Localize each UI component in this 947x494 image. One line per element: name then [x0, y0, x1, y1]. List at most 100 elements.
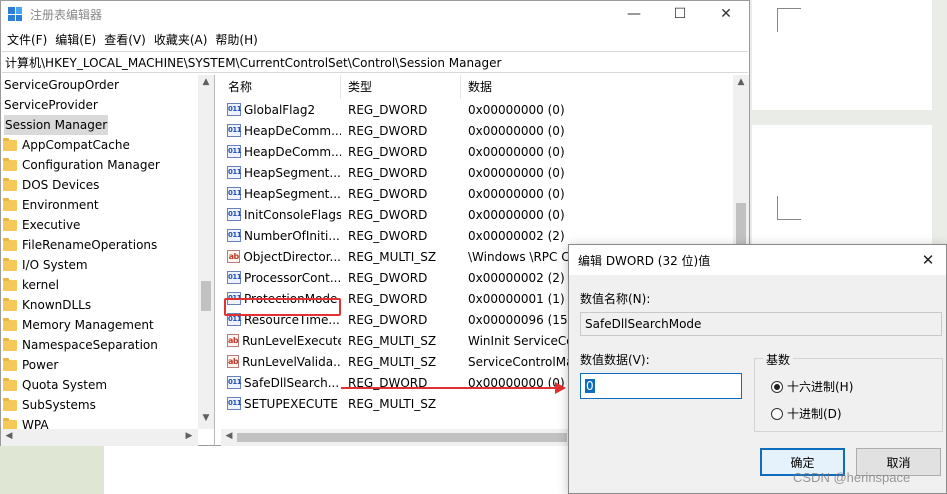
value-data: 0x00000000 (0) — [468, 165, 565, 180]
tree-item[interactable]: DOS Devices — [1, 175, 214, 195]
folder-icon — [3, 137, 17, 151]
tree-horizontal-scrollbar[interactable]: ◀ ▶ — [1, 429, 198, 446]
radio-hexadecimal-label: 十六进制(H) — [787, 380, 854, 394]
close-button[interactable]: ✕ — [703, 1, 749, 27]
binary-value-icon: 011 — [227, 103, 242, 116]
scroll-down-icon[interactable]: ▼ — [198, 413, 214, 423]
tree-item-label: I/O System — [22, 258, 88, 272]
tree-item[interactable]: FileRenameOperations — [1, 235, 214, 255]
value-name: SafeDllSearch... — [244, 375, 340, 390]
value-name-cell: 011 HeapSegment... — [221, 166, 341, 180]
window-title: 注册表编辑器 — [30, 7, 103, 22]
radio-decimal[interactable]: 十进制(D) — [771, 405, 842, 422]
value-name-cell: 011 NumberOfIniti... — [221, 229, 341, 243]
value-data: 0x00000000 (0) — [468, 207, 565, 222]
highlight-annotation-box — [224, 298, 341, 316]
folder-icon — [3, 197, 17, 211]
scroll-left-icon[interactable]: ◀ — [221, 431, 237, 441]
column-header-type[interactable]: 类型 — [341, 75, 461, 99]
tree-item[interactable]: AppCompatCache — [1, 135, 214, 155]
value-type: REG_DWORD — [348, 291, 428, 306]
page-corner-mark — [777, 196, 801, 220]
value-data-input[interactable]: 0 — [580, 373, 742, 399]
regedit-app-icon — [8, 7, 22, 21]
value-data: 0x00000000 (0) — [468, 186, 565, 201]
value-row[interactable]: 011 GlobalFlag2 REG_DWORD 0x00000000 (0) — [221, 99, 749, 120]
value-name-cell: 011 HeapDeComm... — [221, 124, 341, 138]
tree-item[interactable]: Configuration Manager — [1, 155, 214, 175]
value-row[interactable]: 011 HeapDeComm... REG_DWORD 0x00000000 (0) — [221, 141, 749, 162]
menu-edit[interactable]: 编辑(E) — [53, 31, 102, 48]
value-row[interactable]: 011 HeapDeComm... REG_DWORD 0x00000000 (0) — [221, 120, 749, 141]
value-name: RunLevelExecute — [242, 333, 341, 348]
binary-value-icon: 011 — [227, 229, 242, 242]
value-name: ObjectDirector... — [243, 249, 341, 264]
radio-decimal-label: 十进制(D) — [787, 407, 842, 421]
radio-hexadecimal[interactable]: 十六进制(H) — [771, 378, 853, 395]
scroll-thumb[interactable] — [201, 281, 211, 311]
value-name-cell: ab ObjectDirector... — [221, 250, 341, 264]
value-type: REG_MULTI_SZ — [348, 396, 437, 411]
minimize-button[interactable]: — — [611, 1, 657, 27]
scroll-left-icon[interactable]: ◀ — [1, 431, 17, 441]
value-type: REG_MULTI_SZ — [348, 333, 437, 348]
menu-view[interactable]: 查看(V) — [102, 31, 152, 48]
value-name-cell: 011 HeapDeComm... — [221, 145, 341, 159]
folder-icon — [3, 157, 17, 171]
tree-item[interactable]: KnownDLLs — [1, 295, 214, 315]
tree-item[interactable]: I/O System — [1, 255, 214, 275]
tree-item-label: Power — [22, 358, 59, 372]
value-type: REG_DWORD — [348, 228, 428, 243]
title-bar: 注册表编辑器 — ☐ ✕ — [1, 1, 749, 27]
value-data: 0x00000002 (2) — [468, 228, 565, 243]
value-type: REG_MULTI_SZ — [348, 354, 437, 369]
column-header-data[interactable]: 数据 — [461, 75, 741, 99]
tree-item-label: Executive — [22, 218, 81, 232]
tree-item[interactable]: Power — [1, 355, 214, 375]
folder-icon — [3, 317, 17, 331]
tree-item-selected[interactable]: Session Manager — [1, 115, 214, 135]
tree-item[interactable]: NamespaceSeparation — [1, 335, 214, 355]
scroll-thumb[interactable] — [237, 433, 567, 442]
string-value-icon: ab — [227, 334, 240, 347]
menu-file[interactable]: 文件(F) — [5, 31, 53, 48]
tree-item[interactable]: Executive — [1, 215, 214, 235]
address-bar[interactable]: 计算机\HKEY_LOCAL_MACHINE\SYSTEM\CurrentCon… — [2, 51, 748, 73]
value-row[interactable]: 011 NumberOfIniti... REG_DWORD 0x00000002 (… — [221, 225, 749, 246]
menu-favorites[interactable]: 收藏夹(A) — [152, 31, 214, 48]
folder-icon — [3, 377, 17, 391]
value-row[interactable]: 011 HeapSegment... REG_DWORD 0x00000000 (0) — [221, 183, 749, 204]
tree-item[interactable]: kernel — [1, 275, 214, 295]
value-name: NumberOfIniti... — [244, 228, 340, 243]
maximize-button[interactable]: ☐ — [657, 1, 703, 27]
value-type: REG_DWORD — [348, 270, 428, 285]
tree-item[interactable]: Environment — [1, 195, 214, 215]
arrow-right-icon — [555, 382, 566, 394]
annotation-arrow-line — [341, 387, 561, 389]
column-header-name[interactable]: 名称 — [221, 75, 341, 99]
value-name-cell: 011 ProcessorCont... — [221, 271, 341, 285]
tree-item[interactable]: SubSystems — [1, 395, 214, 415]
tree-item-label: Configuration Manager — [22, 158, 160, 172]
close-icon[interactable]: ✕ — [910, 251, 946, 269]
key-tree: ServiceGroupOrder ServiceProvider Sessio… — [1, 75, 215, 446]
value-type: REG_DWORD — [348, 144, 428, 159]
dialog-title: 编辑 DWORD (32 位)值 — [578, 253, 711, 268]
tree-item[interactable]: ServiceProvider — [1, 95, 214, 115]
menu-help[interactable]: 帮助(H) — [213, 31, 263, 48]
tree-item[interactable]: Memory Management — [1, 315, 214, 335]
tree-item[interactable]: Quota System — [1, 375, 214, 395]
scroll-right-icon[interactable]: ▶ — [181, 431, 197, 441]
tree-item[interactable]: ServiceGroupOrder — [1, 75, 214, 95]
scroll-up-icon[interactable]: ▲ — [733, 77, 749, 87]
folder-icon — [3, 217, 17, 231]
scroll-up-icon[interactable]: ▲ — [198, 77, 214, 87]
value-data-label: 数值数据(V): — [580, 353, 650, 367]
value-name: HeapDeComm... — [244, 144, 341, 159]
binary-value-icon: 011 — [227, 208, 242, 221]
value-row[interactable]: 011 InitConsoleFlags REG_DWORD 0x00000000 (… — [221, 204, 749, 225]
tree-vertical-scrollbar[interactable]: ▲ ▼ — [198, 75, 214, 429]
tree-item-label: Memory Management — [22, 318, 154, 332]
value-row[interactable]: 011 HeapSegment... REG_DWORD 0x00000000 (0) — [221, 162, 749, 183]
folder-icon — [3, 297, 17, 311]
